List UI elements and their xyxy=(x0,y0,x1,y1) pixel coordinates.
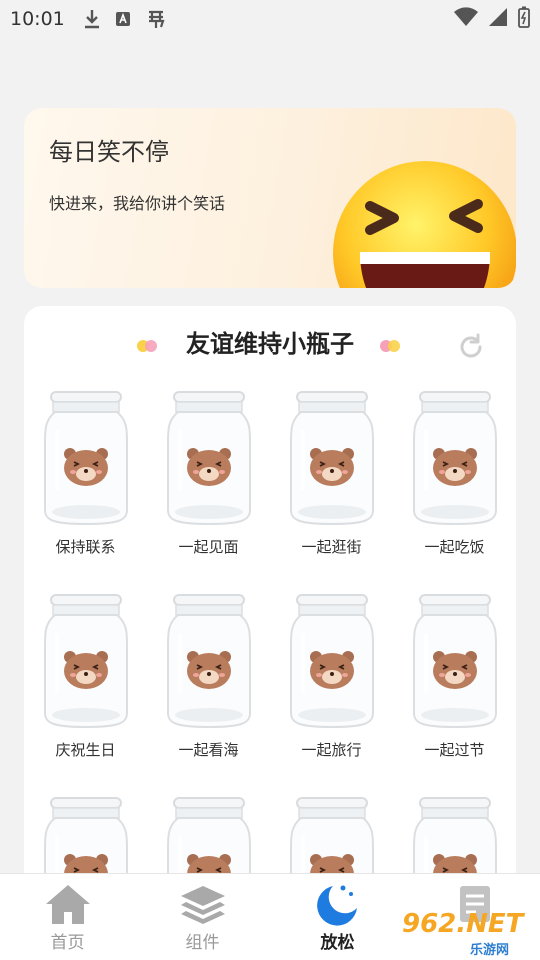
joke-card-subtitle: 快进来，我给你讲个笑话 xyxy=(49,194,226,213)
bear-jar-icon xyxy=(167,391,251,526)
nav-item-components[interactable]: 组件 xyxy=(135,874,270,960)
jar-label: 一起吃饭 xyxy=(424,538,485,556)
home-icon xyxy=(46,885,90,924)
jar-item[interactable]: 一起旅行 xyxy=(270,589,393,779)
title-dots-right xyxy=(380,340,404,352)
jar-label: 一起旅行 xyxy=(301,741,362,759)
jar-label: 一起逛街 xyxy=(301,538,362,556)
layers-icon xyxy=(181,886,225,924)
wifi-icon xyxy=(454,7,478,27)
moon-icon xyxy=(317,885,357,926)
status-icons-left xyxy=(83,8,167,30)
joke-card-title: 每日笑不停 xyxy=(49,138,169,166)
jar-item[interactable]: 一起过节 xyxy=(393,589,516,779)
bear-jar-icon xyxy=(44,391,128,526)
jar-item[interactable]: 一起逛街 xyxy=(270,386,393,576)
watermark-caption: 乐游网 xyxy=(470,943,510,958)
jar-item[interactable]: 一起吃饭 xyxy=(393,386,516,576)
jar-item[interactable]: 一起看海 xyxy=(147,589,270,779)
jar-label: 保持联系 xyxy=(55,538,116,556)
jar-item[interactable]: 庆祝生日 xyxy=(24,589,147,779)
jar-panel-title: 友谊维持小瓶子 xyxy=(186,330,354,358)
signal-icon xyxy=(489,8,507,26)
nav-label-home: 首页 xyxy=(50,933,85,953)
battery-charging-icon xyxy=(518,6,530,28)
watermark-brand: 962.NET xyxy=(402,909,524,939)
bear-jar-icon xyxy=(44,594,128,729)
nav-item-home[interactable]: 首页 xyxy=(0,874,135,960)
jar-label: 一起过节 xyxy=(424,741,485,759)
download-icon xyxy=(84,10,99,29)
bear-jar-icon xyxy=(290,594,374,729)
jar-item[interactable]: 保持联系 xyxy=(24,386,147,576)
nav-label-components: 组件 xyxy=(185,933,220,953)
jar-label: 一起见面 xyxy=(178,538,239,556)
jar-label: 庆祝生日 xyxy=(55,741,116,759)
status-bar: 10:01 xyxy=(0,0,540,38)
friendship-jar-panel: 友谊维持小瓶子 保持联系 一起见面 一起逛街 一起吃饭庆祝生日 一起看海 一起旅行 一起过节 xyxy=(24,306,516,932)
jar-item[interactable]: 一起见面 xyxy=(147,386,270,576)
bear-jar-icon xyxy=(413,594,497,729)
daily-joke-card[interactable]: 每日笑不停 快进来，我给你讲个笑话 xyxy=(24,108,516,288)
a-box-icon xyxy=(115,12,130,26)
status-time: 10:01 xyxy=(10,8,65,30)
bug-icon xyxy=(148,10,165,28)
nav-item-relax[interactable]: 放松 xyxy=(270,874,405,960)
watermark-logo: 962.NET 乐游网 xyxy=(400,909,540,960)
jar-label: 一起看海 xyxy=(178,741,239,759)
refresh-icon[interactable] xyxy=(456,332,486,362)
bear-jar-icon xyxy=(290,391,374,526)
bear-jar-icon xyxy=(413,391,497,526)
status-icons-right xyxy=(454,6,530,28)
nav-label-relax: 放松 xyxy=(320,933,355,953)
bear-jar-icon xyxy=(167,594,251,729)
laughing-face-emoji xyxy=(333,161,516,288)
